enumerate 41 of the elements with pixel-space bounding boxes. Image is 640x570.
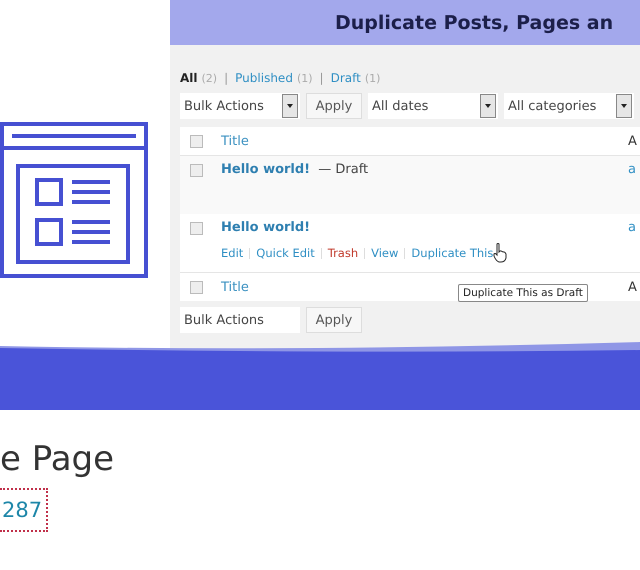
- separator: |: [318, 71, 325, 85]
- bulk-actions-select[interactable]: Bulk Actions: [180, 93, 300, 119]
- column-header[interactable]: Title: [221, 280, 249, 294]
- hand-cursor-icon: [493, 243, 508, 263]
- row-action-link[interactable]: Edit: [221, 246, 244, 260]
- checkbox[interactable]: [190, 134, 203, 148]
- column-header: A: [628, 280, 638, 294]
- post-title-link[interactable]: Hello world!: [221, 220, 310, 235]
- dropdown-icon: [616, 94, 632, 118]
- dates-select[interactable]: All dates: [368, 93, 498, 119]
- bulk-actions-select[interactable]: Bulk Actions: [180, 307, 300, 333]
- banner-heading: Duplicate Posts, Pages an: [335, 12, 614, 34]
- row-action-link[interactable]: Trash: [328, 246, 358, 260]
- categories-select[interactable]: All categories: [504, 93, 634, 119]
- checkbox[interactable]: [190, 164, 203, 177]
- checkbox[interactable]: [190, 222, 203, 235]
- checkbox[interactable]: [190, 280, 203, 294]
- filter-link[interactable]: Draft: [330, 71, 361, 85]
- row-action-link[interactable]: Quick Edit: [256, 246, 315, 260]
- row-action-link[interactable]: Duplicate This: [411, 246, 494, 260]
- filter-count: (2): [202, 72, 218, 85]
- separator: |: [223, 71, 230, 85]
- layout-icon: [0, 122, 148, 278]
- column-header: A: [628, 134, 638, 148]
- post-state: — Draft: [318, 162, 368, 177]
- row-action-link[interactable]: View: [371, 246, 398, 260]
- id-link[interactable]: 287: [0, 488, 48, 532]
- page-title: e Page: [0, 438, 116, 481]
- dropdown-icon: [480, 94, 496, 118]
- apply-button[interactable]: Apply: [306, 307, 362, 333]
- filter-link[interactable]: All: [180, 71, 198, 85]
- filter-count: (1): [296, 72, 313, 85]
- author-link[interactable]: a: [628, 162, 638, 177]
- filter-count: (1): [364, 72, 380, 85]
- filter-link[interactable]: Published: [235, 71, 293, 85]
- column-header[interactable]: Title: [221, 134, 249, 148]
- tooltip: Duplicate This as Draft: [458, 284, 588, 302]
- apply-button[interactable]: Apply: [306, 93, 362, 119]
- post-title-link[interactable]: Hello world!: [221, 162, 310, 177]
- author-link[interactable]: a: [628, 220, 638, 235]
- dropdown-icon: [282, 94, 298, 118]
